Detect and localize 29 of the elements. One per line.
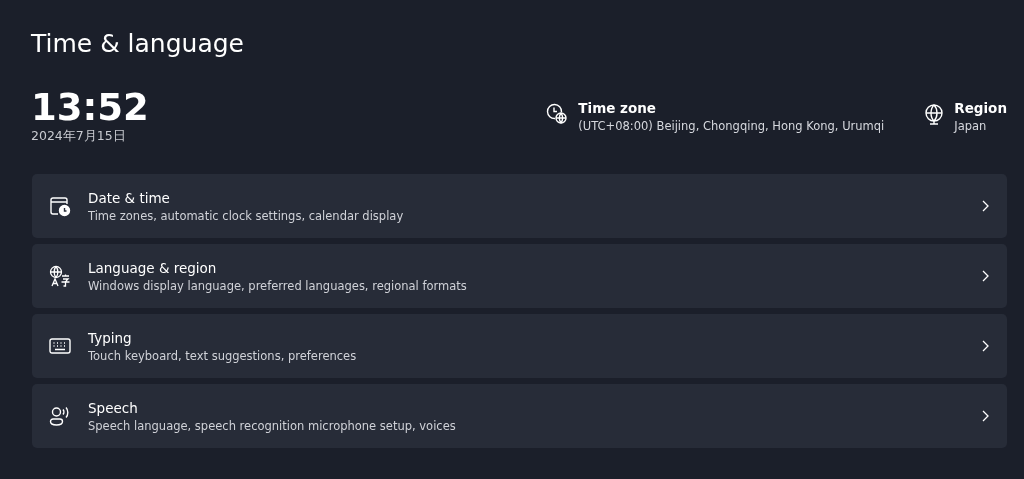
chevron-right-icon (982, 340, 989, 352)
speaking-person-icon (49, 405, 71, 427)
card-description: Speech language, speech recognition microphone setup, voices (88, 418, 456, 433)
chevron-right-icon (982, 270, 989, 282)
card-title: Language & region (88, 259, 217, 276)
info-label: Time zone (578, 100, 657, 116)
settings-card[interactable]: Speech Speech language, speech recognition microphone setup, voices (32, 384, 1007, 448)
card-title: Date & time (88, 189, 170, 206)
card-description: Time zones, automatic clock settings, calendar display (88, 208, 404, 223)
settings-card[interactable]: Language & region Windows display language, preferred languages, regional formats (32, 244, 1007, 308)
chevron-right-icon (982, 410, 989, 422)
clock-time: 13:52 (31, 88, 149, 128)
chevron-right-icon (982, 200, 989, 212)
keyboard-icon (49, 338, 71, 354)
info-value: Japan (954, 119, 988, 133)
language-icon (49, 265, 71, 287)
info-value: (UTC+08:00) Beijing, Chongqing, Hong Kong, Urumqi (578, 119, 885, 133)
page-title: Time & language (31, 29, 244, 58)
settings-card[interactable]: Date & time Time zones, automatic clock settings, calendar display (32, 174, 1007, 238)
card-title: Speech (88, 399, 138, 416)
card-description: Touch keyboard, text suggestions, preferences (88, 348, 357, 363)
settings-card[interactable]: Typing Touch keyboard, text suggestions, preferences (32, 314, 1007, 378)
clock-date: 2024年7月15日 (31, 128, 126, 145)
card-description: Windows display language, preferred languages, regional formats (88, 278, 467, 293)
info-label: Region (954, 100, 1007, 116)
card-title: Typing (88, 329, 132, 346)
calendar-clock-icon (49, 195, 71, 217)
clock-globe-icon (546, 103, 569, 125)
globe-icon (924, 103, 945, 125)
